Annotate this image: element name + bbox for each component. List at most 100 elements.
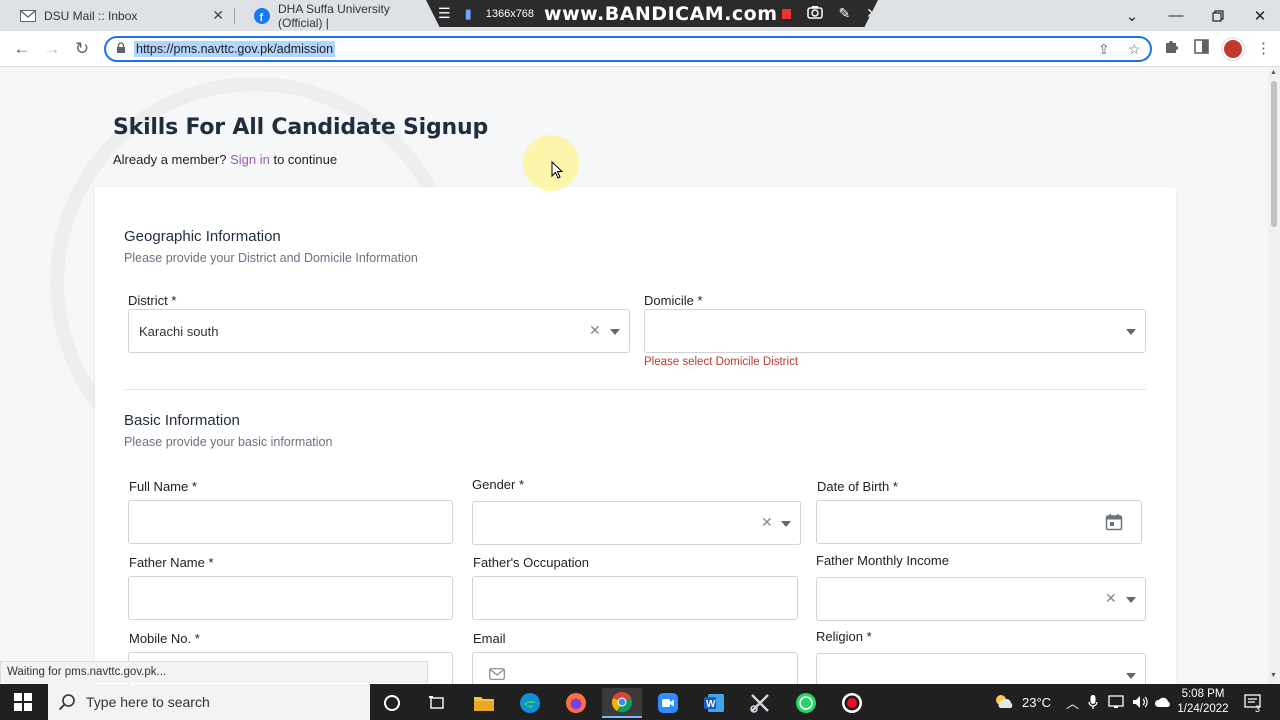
basic-section-subtitle: Please provide your basic information — [124, 435, 333, 449]
clear-icon[interactable]: ✕ — [589, 322, 601, 339]
gmail-icon — [20, 8, 36, 24]
calendar-icon[interactable] — [1105, 513, 1123, 531]
tab-dsu-mail[interactable]: DSU Mail :: Inbox ✕ — [2, 0, 234, 31]
member-prefix: Already a member? — [113, 152, 227, 167]
whatsapp-icon[interactable] — [786, 688, 826, 718]
lock-icon[interactable] — [116, 41, 126, 57]
windows-taskbar: Type here to search W 23°C ︿ 5:08 PM 1/2… — [0, 684, 1280, 720]
search-placeholder: Type here to search — [86, 694, 210, 710]
gender-label: Gender * — [472, 477, 525, 492]
section-divider — [124, 389, 1146, 390]
windows-start-icon[interactable] — [14, 693, 32, 711]
edge-icon[interactable] — [510, 688, 550, 718]
father-income-select[interactable]: ✕ — [816, 577, 1146, 621]
extensions-puzzle-icon[interactable] — [1164, 39, 1179, 58]
cortana-icon[interactable] — [372, 688, 412, 718]
father-occupation-input[interactable] — [472, 576, 798, 620]
reload-icon[interactable]: ↻ — [70, 37, 94, 61]
close-window-icon[interactable]: ✕ — [1240, 0, 1280, 31]
pencil-icon[interactable]: ✎ — [839, 5, 851, 22]
page-title: Skills For All Candidate Signup — [113, 115, 489, 140]
scroll-down-icon[interactable]: ▼ — [1270, 672, 1277, 679]
chevron-down-icon[interactable] — [610, 329, 620, 335]
religion-label: Religion * — [816, 629, 872, 644]
father-name-label: Father Name * — [129, 555, 214, 570]
basic-section-title: Basic Information — [124, 412, 240, 429]
close-icon[interactable]: ✕ — [212, 7, 224, 24]
word-icon[interactable]: W — [694, 688, 734, 718]
firefox-icon[interactable] — [556, 688, 596, 718]
zoom-icon[interactable] — [648, 688, 688, 718]
mouse-cursor-icon — [551, 161, 563, 179]
sign-in-link[interactable]: Sign in — [230, 152, 270, 167]
pin-icon[interactable]: ▮ — [465, 6, 472, 22]
religion-select[interactable] — [816, 653, 1146, 684]
microphone-icon[interactable] — [1088, 684, 1098, 720]
domicile-select[interactable] — [644, 309, 1146, 353]
menu-icon[interactable]: ☰ — [438, 5, 451, 22]
member-suffix: to continue — [273, 152, 338, 167]
email-input[interactable] — [472, 652, 798, 684]
restore-icon[interactable] — [1198, 0, 1238, 31]
url-text[interactable]: https://pms.navttc.gov.pk/admission — [134, 41, 336, 57]
scrollbar-thumb[interactable] — [1271, 81, 1277, 227]
geo-section-title: Geographic Information — [124, 228, 281, 245]
camera-icon[interactable] — [806, 5, 823, 22]
tab-title: DHA Suffa University (Official) | — [278, 1, 390, 30]
snipping-tool-icon[interactable] — [740, 688, 780, 718]
minimize-icon[interactable]: — — [1156, 0, 1196, 31]
clear-icon[interactable]: ✕ — [761, 514, 773, 531]
father-income-label: Father Monthly Income — [816, 553, 949, 568]
weather-cloud-icon — [992, 691, 1016, 714]
browser-status-bar: Waiting for pms.navttc.gov.pk... — [0, 661, 428, 683]
chrome-icon[interactable] — [602, 688, 642, 718]
share-icon[interactable]: ⇪ — [1098, 41, 1110, 58]
back-icon[interactable]: ← — [10, 37, 34, 61]
tab-search-chevron-icon[interactable]: ⌄ — [1112, 0, 1152, 31]
more-menu-icon[interactable]: ⋮ — [1256, 39, 1271, 57]
search-icon — [58, 694, 75, 711]
tab-title: DSU Mail :: Inbox — [44, 8, 138, 23]
bookmark-star-icon[interactable]: ☆ — [1128, 41, 1141, 58]
clear-icon[interactable]: ✕ — [1105, 590, 1117, 607]
full-name-label: Full Name * — [129, 479, 197, 494]
side-panel-icon[interactable] — [1194, 39, 1209, 58]
father-name-input[interactable] — [128, 576, 453, 620]
full-name-input[interactable] — [128, 500, 453, 544]
weather-widget[interactable]: 23°C — [992, 684, 1051, 720]
chevron-down-icon[interactable] — [1126, 673, 1136, 679]
task-view-icon[interactable] — [417, 688, 457, 718]
system-clock[interactable]: 5:08 PM 1/24/2022 — [1170, 687, 1236, 717]
chevron-down-icon[interactable] — [781, 521, 791, 527]
scroll-up-icon[interactable]: ▲ — [1270, 69, 1277, 76]
profile-avatar[interactable] — [1222, 38, 1244, 60]
show-hidden-icons-chevron-icon[interactable]: ︿ — [1066, 684, 1079, 720]
chevron-down-icon[interactable] — [1126, 597, 1136, 603]
bandicam-record-icon[interactable] — [832, 688, 872, 718]
record-icon[interactable] — [781, 8, 791, 19]
gender-select[interactable]: ✕ — [472, 501, 801, 545]
close-icon[interactable]: ✕ — [866, 5, 878, 22]
address-bar[interactable]: https://pms.navttc.gov.pk/admission ⇪ ☆ — [104, 36, 1152, 62]
mail-icon — [489, 667, 505, 684]
file-explorer-icon[interactable] — [464, 688, 504, 718]
clock-time: 5:08 PM — [1181, 688, 1225, 700]
page-scrollbar[interactable]: ▲ ▼ — [1268, 67, 1280, 684]
clock-date: 1/24/2022 — [1177, 703, 1229, 715]
dob-input[interactable] — [816, 500, 1142, 544]
taskbar-search-box[interactable]: Type here to search — [48, 684, 370, 720]
district-select[interactable]: Karachi south ✕ — [128, 309, 630, 353]
volume-icon[interactable] — [1132, 684, 1150, 720]
chevron-down-icon[interactable] — [1126, 329, 1136, 335]
forward-icon[interactable]: → — [40, 37, 64, 61]
father-occupation-label: Father's Occupation — [473, 555, 589, 570]
notifications-icon[interactable]: 3 — [1244, 684, 1262, 720]
bandicam-overlay: ☰ ▮ 1366x768 www.BANDICAM.com ✎ ✕ — [426, 0, 878, 27]
tab-dha-facebook[interactable]: f DHA Suffa University (Official) | — [236, 0, 436, 31]
domicile-error-message: Please select Domicile District — [644, 356, 799, 368]
network-icon[interactable] — [1108, 684, 1126, 720]
svg-text:f: f — [260, 12, 264, 24]
district-value: Karachi south — [139, 324, 219, 339]
svg-text:W: W — [706, 699, 716, 710]
browser-toolbar: ← → ↻ https://pms.navttc.gov.pk/admissio… — [0, 31, 1280, 67]
